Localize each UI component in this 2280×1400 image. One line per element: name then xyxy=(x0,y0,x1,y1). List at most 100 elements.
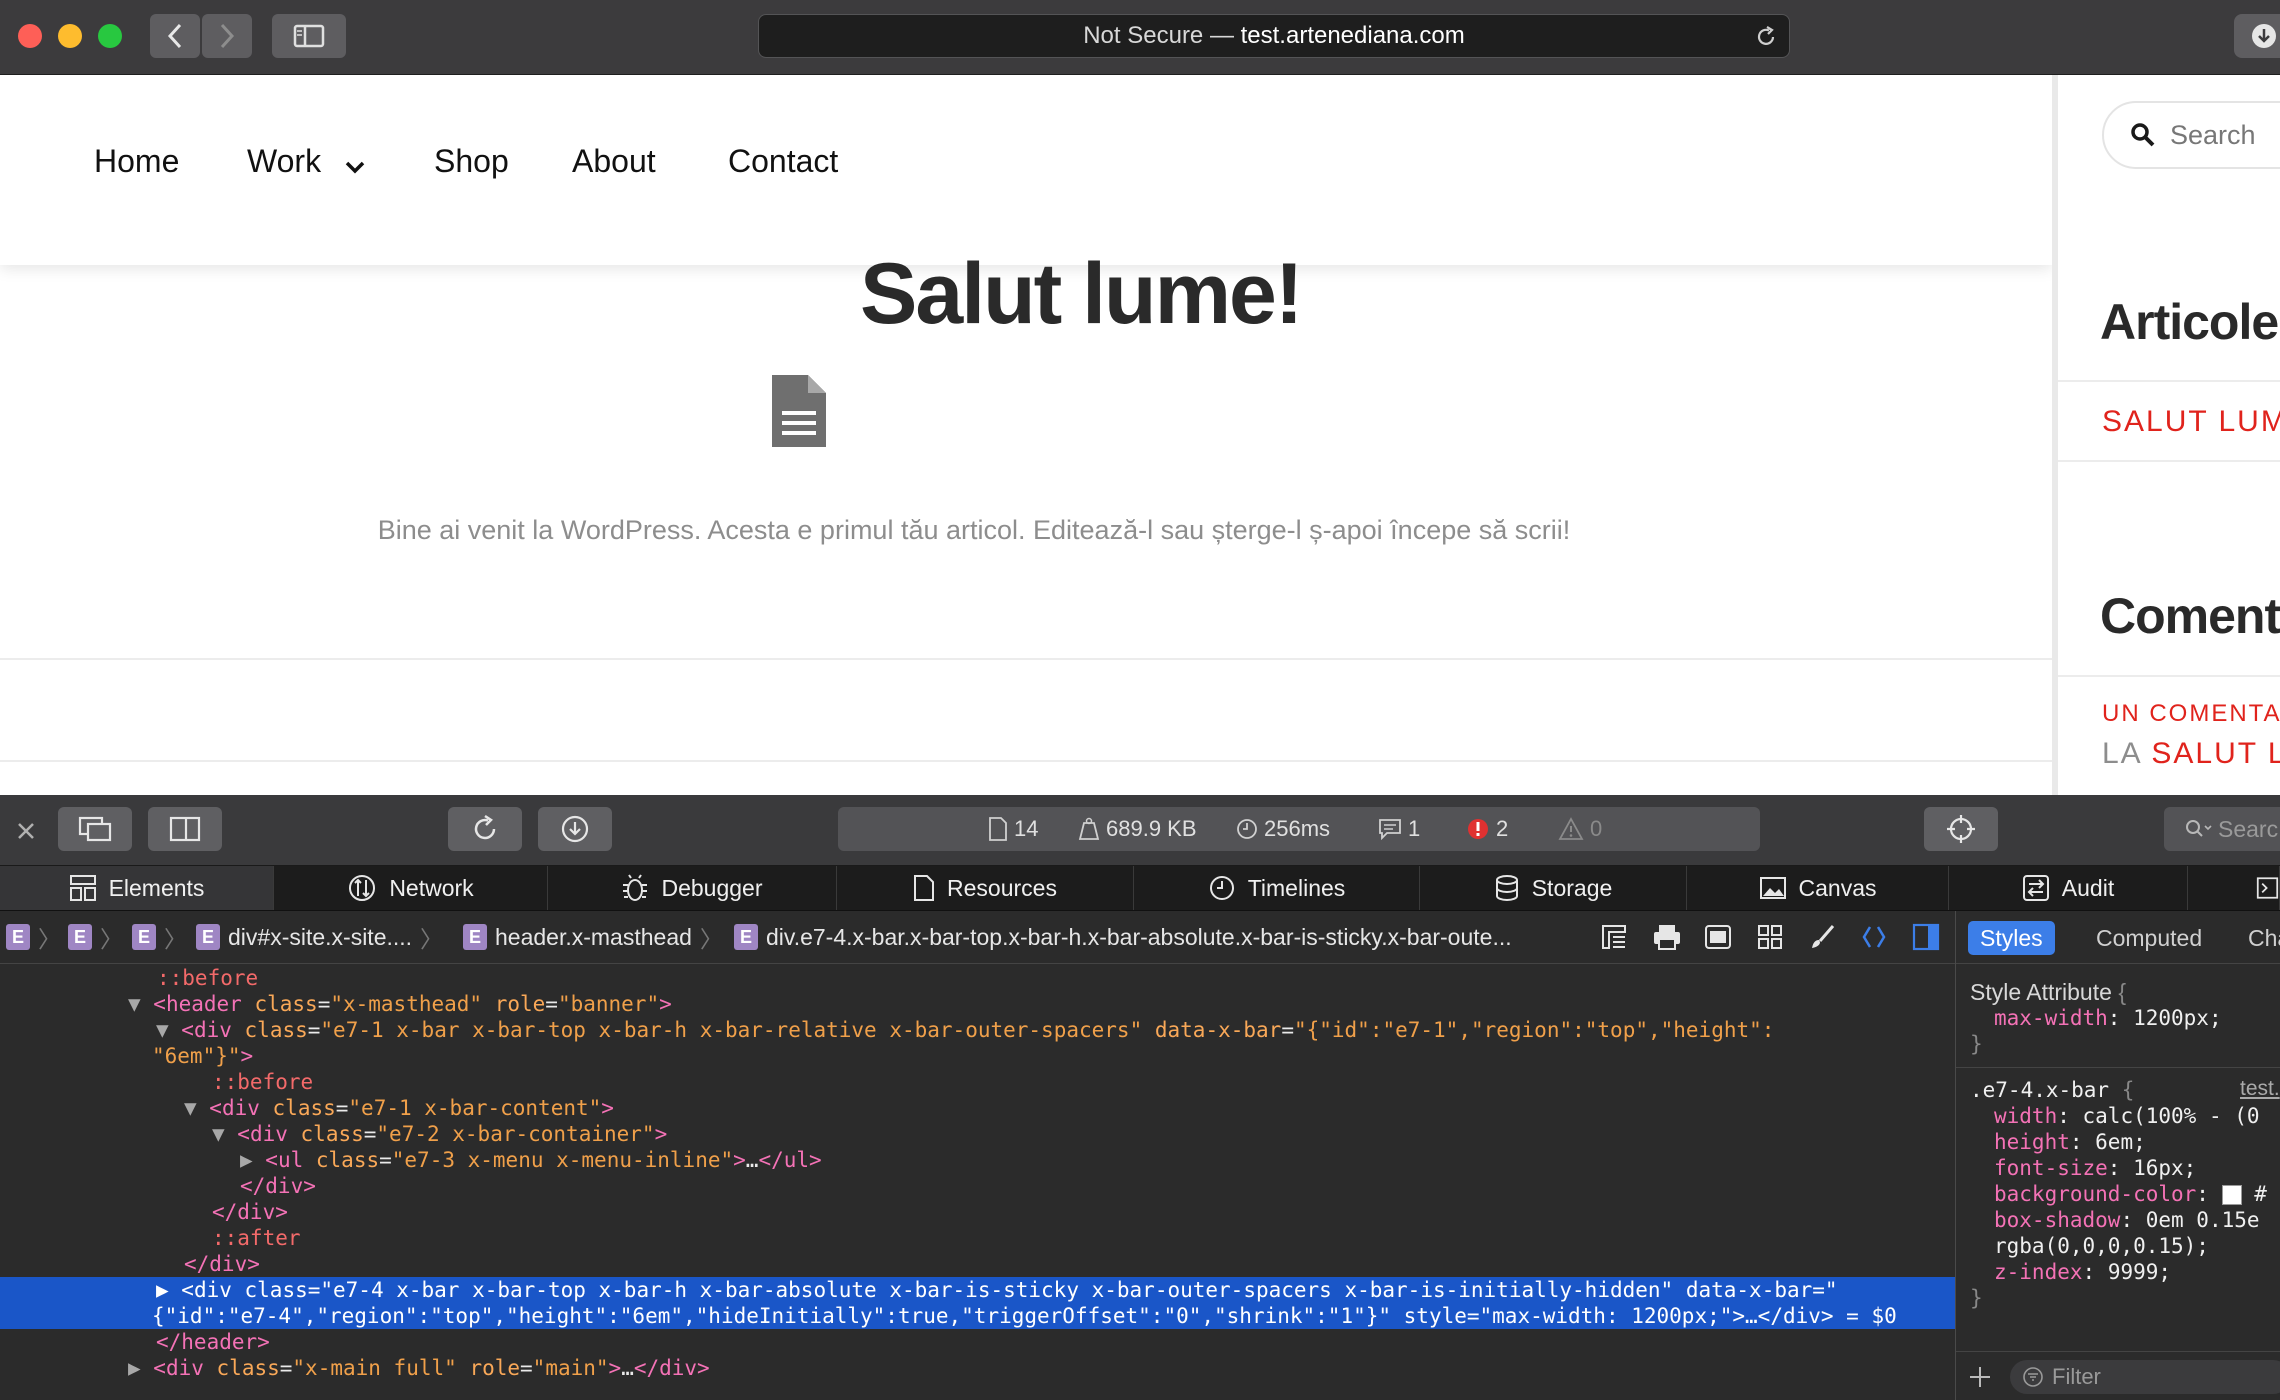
recent-post-link[interactable]: SALUT LUME xyxy=(2102,405,2280,439)
dom-node[interactable]: ::before xyxy=(0,1069,1955,1095)
style-property[interactable]: height: 6em; xyxy=(1994,1129,2146,1155)
sidebar-toggle-button[interactable] xyxy=(272,14,346,58)
search-icon xyxy=(2131,123,2155,147)
details-sidebar-icon[interactable] xyxy=(1912,923,1940,951)
reload-icon[interactable] xyxy=(1753,24,1779,50)
dom-node[interactable]: ▼ <div class="e7-1 x-bar-content"> xyxy=(0,1095,1955,1121)
transfer-size[interactable]: 689.9 KB xyxy=(1078,807,1197,851)
menu-item-about[interactable]: About xyxy=(572,143,656,180)
load-time[interactable]: 256ms xyxy=(1236,807,1330,851)
dom-node-selected[interactable]: ▶ <div class="e7-4 x-bar x-bar-top x-bar… xyxy=(0,1277,1955,1303)
color-swatch[interactable] xyxy=(2221,1185,2242,1205)
download-archive-button[interactable] xyxy=(538,807,612,851)
menu-item-home[interactable]: Home xyxy=(94,143,179,180)
close-icon[interactable] xyxy=(16,821,36,841)
tab-debugger-label: Debugger xyxy=(661,874,763,901)
console-warnings[interactable]: 0 xyxy=(1558,807,1602,851)
attr-value: "x-masthead" xyxy=(330,992,483,1016)
dom-node[interactable]: ▶ <ul class="e7-3 x-menu x-menu-inline">… xyxy=(0,1147,1955,1173)
post-title[interactable]: Salut lume! xyxy=(860,245,1304,344)
styles-sidebar: Styles Computed Cha Style Attribute { ma… xyxy=(1955,911,2280,1400)
attr-name: class xyxy=(244,1018,308,1042)
style-property[interactable]: max-width: 1200px; xyxy=(1994,1005,2222,1031)
property-value: 1200px xyxy=(2133,1006,2209,1030)
property-value: 9999 xyxy=(2107,1260,2159,1284)
dom-node[interactable]: </header> xyxy=(0,1329,1955,1355)
breadcrumb-node[interactable]: E 〉 xyxy=(6,911,61,963)
weight-icon xyxy=(1078,817,1100,840)
style-property[interactable]: box-shadow: 0em 0.15e xyxy=(1994,1207,2260,1233)
tab-computed[interactable]: Computed xyxy=(2084,921,2214,955)
tab-canvas[interactable]: Canvas xyxy=(1687,866,1949,910)
inspector-search-field[interactable]: Searc xyxy=(2164,807,2280,851)
dom-node[interactable]: </div> xyxy=(0,1251,1955,1277)
element-picker-button[interactable] xyxy=(1924,807,1998,851)
menu-item-contact[interactable]: Contact xyxy=(728,143,838,180)
element-badge-icon: E xyxy=(132,924,156,950)
tab-resources[interactable]: Resources xyxy=(837,866,1134,910)
minimize-window-button[interactable] xyxy=(58,24,82,48)
tab-more[interactable] xyxy=(2188,866,2280,910)
sidebar-search-placeholder: Search xyxy=(2170,119,2256,150)
style-property[interactable]: font-size: 16px; xyxy=(1994,1155,2196,1181)
dom-node[interactable]: ▶ <div class="x-main full" role="main">…… xyxy=(0,1355,1955,1381)
comment-post-link[interactable]: SALUT LU xyxy=(2151,737,2280,770)
property-value: rgba(0,0,0,0.15) xyxy=(1994,1234,2197,1258)
dom-node[interactable]: ::before xyxy=(0,965,1955,991)
property-name: max-width xyxy=(1994,1006,2108,1030)
styles-filter-input[interactable]: Filter xyxy=(2010,1360,2280,1394)
dom-node[interactable]: ▼ <div class="e7-2 x-bar-container"> xyxy=(0,1121,1955,1147)
grid-icon[interactable] xyxy=(1756,923,1784,951)
close-window-button[interactable] xyxy=(18,24,42,48)
console-errors[interactable]: 2 xyxy=(1466,807,1508,851)
dom-node[interactable]: </div> xyxy=(0,1199,1955,1225)
forward-button[interactable] xyxy=(202,14,252,58)
console-logs[interactable]: 1 xyxy=(1378,807,1420,851)
menu-item-work[interactable]: Work xyxy=(247,143,321,180)
screenshot-icon[interactable] xyxy=(1704,923,1732,951)
layout-icon[interactable] xyxy=(1600,923,1628,951)
print-icon[interactable] xyxy=(1652,923,1682,951)
resource-count[interactable]: 14 xyxy=(988,807,1038,851)
breadcrumb-node[interactable]: E 〉 xyxy=(132,911,187,963)
dom-node[interactable]: ▼ <header class="x-masthead" role="banne… xyxy=(0,991,1955,1017)
back-button[interactable] xyxy=(150,14,200,58)
style-property[interactable]: z-index: 9999; xyxy=(1994,1259,2171,1285)
paintbrush-icon[interactable] xyxy=(1808,923,1836,951)
style-property[interactable]: width: calc(100% - (0 xyxy=(1994,1103,2260,1129)
rule-source-link[interactable]: test. xyxy=(2240,1077,2280,1101)
tab-changes[interactable]: Cha xyxy=(2236,921,2280,955)
elements-icon xyxy=(69,875,96,901)
dom-node[interactable]: ::after xyxy=(0,1225,1955,1251)
tab-storage[interactable]: Storage xyxy=(1420,866,1687,910)
tab-debugger[interactable]: Debugger xyxy=(548,866,837,910)
tab-timelines[interactable]: Timelines xyxy=(1134,866,1420,910)
comment-author[interactable]: UN COMENTATO xyxy=(2102,700,2280,728)
menu-item-shop[interactable]: Shop xyxy=(434,143,509,180)
dock-side-button[interactable] xyxy=(148,807,222,851)
breadcrumb-node[interactable]: Ediv#x-site.x-site.... 〉 xyxy=(196,911,443,963)
code-brackets-icon[interactable] xyxy=(1860,923,1888,951)
reload-page-button[interactable] xyxy=(448,807,522,851)
rule-selector[interactable]: .e7-4.x-bar { xyxy=(1970,1077,2134,1103)
breadcrumb-node-selected[interactable]: Ediv.e7-4.x-bar.x-bar-top.x-bar-h.x-bar-… xyxy=(734,911,1512,963)
filter-icon xyxy=(2023,1367,2043,1387)
address-bar[interactable]: Not Secure — test.artenediana.com xyxy=(758,14,1790,58)
tab-audit[interactable]: Audit xyxy=(1949,866,2188,910)
tab-network[interactable]: Network xyxy=(274,866,548,910)
tab-timelines-label: Timelines xyxy=(1247,874,1346,901)
breadcrumb-node[interactable]: Eheader.x-masthead 〉 xyxy=(463,911,723,963)
sidebar-search-field[interactable]: Search xyxy=(2102,101,2280,169)
dom-node[interactable]: </div> xyxy=(0,1173,1955,1199)
zoom-window-button[interactable] xyxy=(98,24,122,48)
tab-styles[interactable]: Styles xyxy=(1968,921,2055,955)
breadcrumb-node[interactable]: E 〉 xyxy=(68,911,123,963)
chevron-down-icon[interactable] xyxy=(345,161,365,175)
tab-elements[interactable]: Elements xyxy=(0,866,274,910)
style-property[interactable]: background-color: # xyxy=(1994,1181,2267,1207)
add-rule-icon[interactable] xyxy=(1968,1365,1992,1389)
undock-button[interactable] xyxy=(58,807,132,851)
divider xyxy=(2058,460,2280,462)
downloads-button[interactable] xyxy=(2234,14,2280,58)
dom-node[interactable]: ▼ <div class="e7-1 x-bar x-bar-top x-bar… xyxy=(0,1017,1955,1043)
